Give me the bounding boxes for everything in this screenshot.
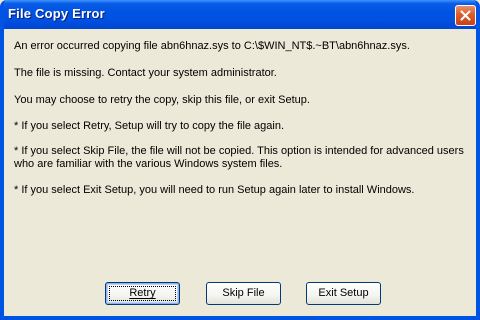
close-icon [460, 10, 471, 21]
retry-button[interactable]: Retry [105, 282, 180, 305]
choice-message: You may choose to retry the copy, skip t… [14, 94, 310, 106]
retry-explanation: * If you select Retry, Setup will try to… [14, 120, 285, 132]
focus-rectangle [109, 286, 176, 301]
title-bar[interactable]: File Copy Error [4, 0, 476, 29]
dialog-body: An error occurred copying file abn6hnaz.… [4, 29, 476, 316]
exit-explanation: * If you select Exit Setup, you will nee… [14, 184, 415, 196]
exit-setup-button[interactable]: Exit Setup [306, 282, 381, 305]
file-copy-error-dialog: File Copy Error An error occurred copyin… [0, 0, 480, 320]
missing-file-message: The file is missing. Contact your system… [14, 67, 277, 79]
exit-setup-button-label: Exit Setup [318, 287, 369, 299]
error-message: An error occurred copying file abn6hnaz.… [14, 40, 410, 52]
skip-file-button[interactable]: Skip File [206, 282, 281, 305]
window-title: File Copy Error [8, 6, 105, 21]
skip-explanation: * If you select Skip File, the file will… [14, 145, 464, 170]
close-button[interactable] [455, 5, 476, 26]
skip-file-button-label: Skip File [222, 287, 265, 299]
